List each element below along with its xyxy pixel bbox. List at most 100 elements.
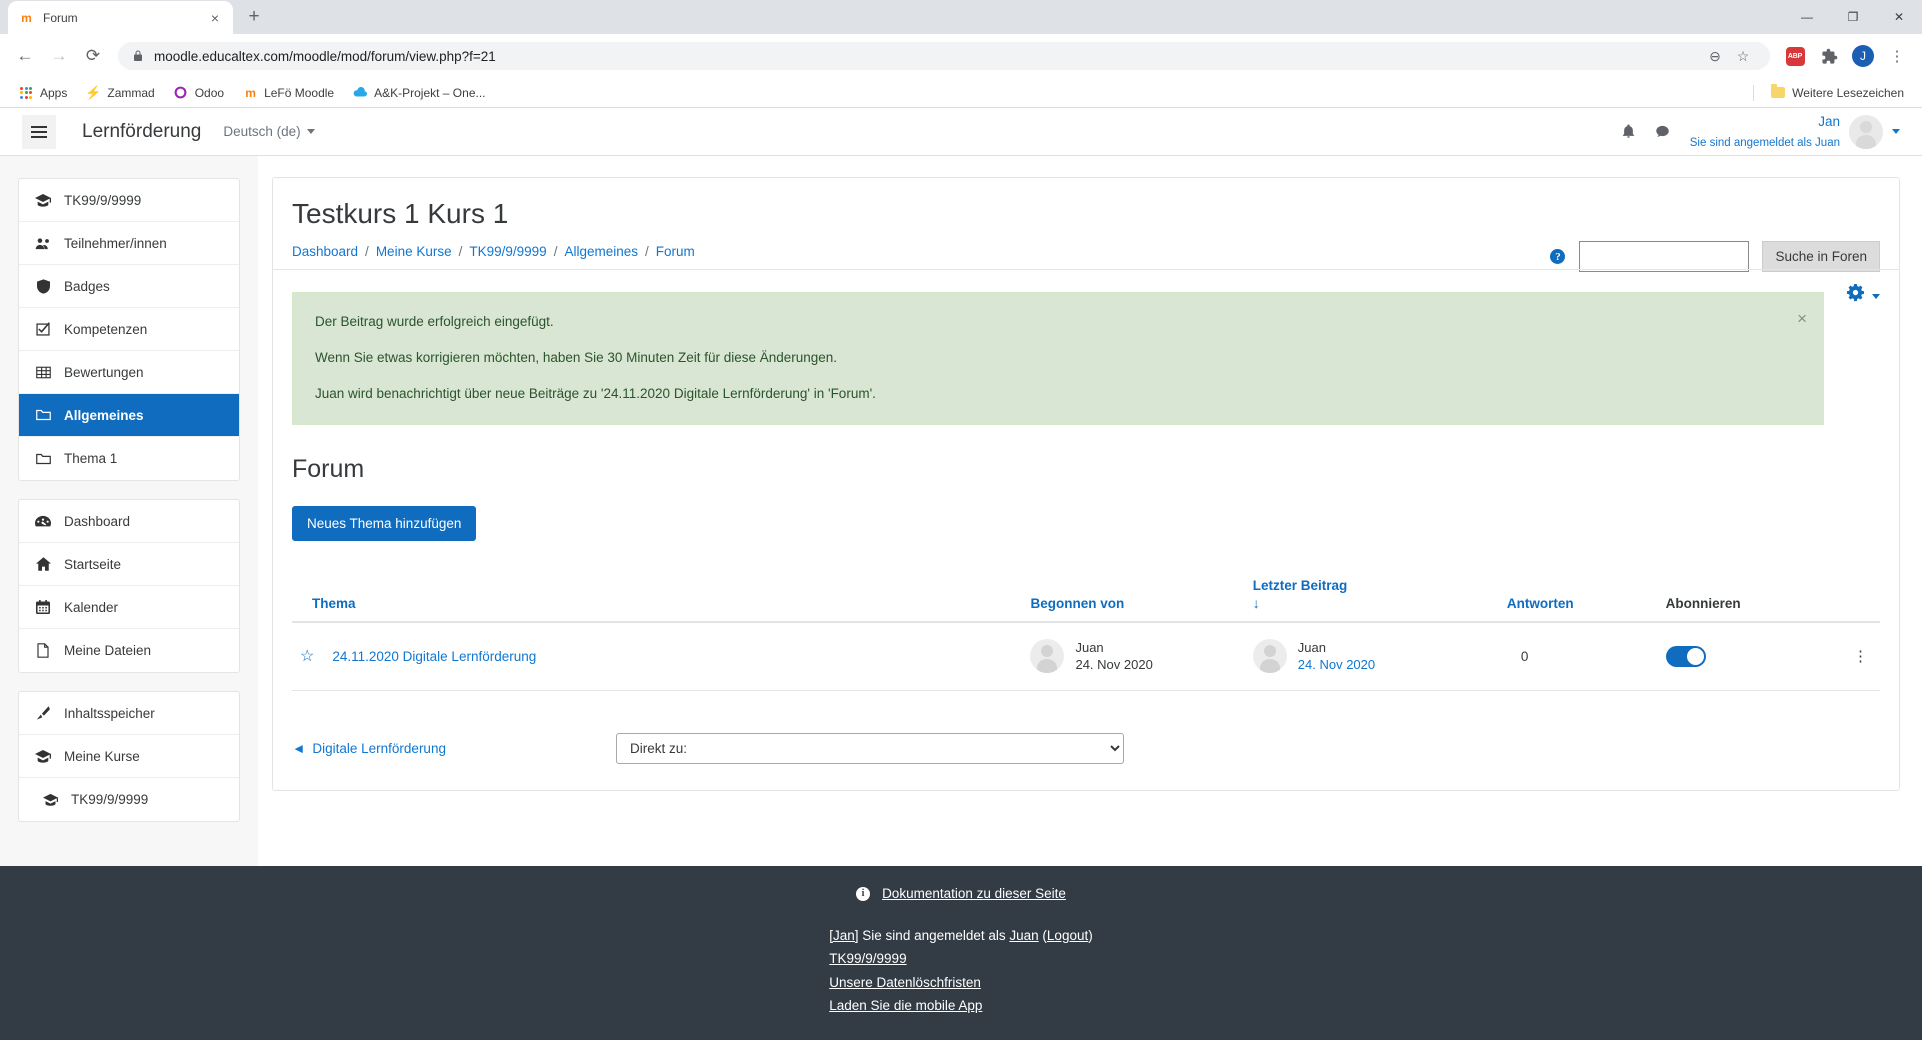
- breadcrumb-item-forum[interactable]: Forum: [656, 244, 695, 259]
- browser-menu-icon[interactable]: ⋮: [1882, 41, 1912, 71]
- last-post-date-link[interactable]: 24. Nov 2020: [1298, 657, 1375, 672]
- zoom-out-icon[interactable]: ⊖: [1702, 43, 1728, 69]
- moodle-navbar: Lernförderung Deutsch (de) Jan Sie sind …: [0, 108, 1922, 156]
- sidebar-item-kalender[interactable]: Kalender: [19, 586, 239, 629]
- search-input[interactable]: [1579, 241, 1750, 272]
- sidebar-item-bewertungen[interactable]: Bewertungen: [19, 351, 239, 394]
- close-icon[interactable]: ×: [207, 10, 223, 26]
- bookmark-folder-weitere[interactable]: Weitere Lesezeichen: [1762, 82, 1912, 104]
- user-menu-labels: Jan Sie sind angemeldet als Juan: [1690, 112, 1840, 152]
- bookmark-zammad[interactable]: ⚡ Zammad: [77, 82, 162, 104]
- subscribe-toggle[interactable]: [1665, 645, 1706, 667]
- sidebar-item-tk99-sub[interactable]: TK99/9/9999: [19, 778, 239, 821]
- back-icon[interactable]: ←: [10, 41, 40, 71]
- shield-icon: [34, 278, 52, 294]
- profile-avatar[interactable]: J: [1848, 41, 1878, 71]
- sidebar-item-teilnehmer[interactable]: Teilnehmer/innen: [19, 222, 239, 265]
- graduation-cap-icon: [34, 193, 52, 207]
- column-header-topic[interactable]: Thema: [292, 567, 1023, 623]
- adblock-icon[interactable]: ABP: [1780, 41, 1810, 71]
- documentation-link[interactable]: Dokumentation zu dieser Seite: [882, 882, 1066, 906]
- discussion-table: Thema Begonnen von Letzter Beitrag ↓ Ant…: [292, 567, 1880, 691]
- previous-activity-link[interactable]: ◄ Digitale Lernförderung: [292, 741, 446, 756]
- close-icon[interactable]: ×: [1797, 310, 1807, 327]
- bookmarks-overflow: Weitere Lesezeichen: [1753, 82, 1912, 104]
- logged-in-as-label: Sie sind angemeldet als Juan: [1689, 136, 1840, 149]
- chat-bubble-icon[interactable]: [1646, 115, 1680, 149]
- sidebar-item-thema-1[interactable]: Thema 1: [19, 437, 239, 480]
- sidebar-item-meine-dateien[interactable]: Meine Dateien: [19, 629, 239, 672]
- sidebar-item-meine-kurse[interactable]: Meine Kurse: [19, 735, 239, 778]
- hamburger-icon[interactable]: [22, 114, 56, 149]
- avatar: [1849, 114, 1883, 149]
- logout-link[interactable]: Logout: [1047, 928, 1088, 943]
- address-bar[interactable]: moodle.educaltex.com/moodle/mod/forum/vi…: [118, 42, 1770, 70]
- last-post-name: Juan: [1297, 639, 1326, 655]
- login-as-jan-link[interactable]: [Jan]: [829, 928, 858, 943]
- help-icon[interactable]: ?: [1550, 249, 1566, 264]
- odoo-icon: [173, 85, 189, 101]
- arrow-left-icon: ◄: [292, 740, 306, 756]
- data-retention-link[interactable]: Unsere Datenlöschfristen: [829, 975, 981, 990]
- documentation-line: i Dokumentation zu dieser Seite: [0, 882, 1922, 906]
- kebab-menu-icon[interactable]: ⋮: [1853, 647, 1868, 665]
- cell-last-post: Juan 24. Nov 2020: [1244, 621, 1499, 691]
- bookmark-odoo[interactable]: Odoo: [165, 82, 232, 104]
- users-icon: [34, 237, 52, 250]
- search-button[interactable]: Suche in Foren: [1762, 241, 1880, 272]
- settings-menu[interactable]: [1846, 284, 1880, 308]
- breadcrumb-item-allgemeines[interactable]: Allgemeines: [564, 244, 638, 259]
- add-topic-button[interactable]: Neues Thema hinzufügen: [292, 505, 477, 541]
- home-icon: [34, 557, 52, 571]
- new-tab-button[interactable]: +: [240, 3, 268, 31]
- forward-icon[interactable]: →: [44, 41, 74, 71]
- sidebar-item-tk99[interactable]: TK99/9/9999: [19, 179, 239, 222]
- course-link[interactable]: TK99/9/9999: [829, 951, 906, 966]
- breadcrumb-item-tk99[interactable]: TK99/9/9999: [469, 244, 546, 259]
- sidebar-item-badges[interactable]: Badges: [19, 265, 239, 308]
- column-header-subscribe: Abonnieren: [1657, 567, 1880, 623]
- user-menu[interactable]: Jan Sie sind angemeldet als Juan: [1690, 112, 1900, 152]
- chevron-down-icon: [306, 129, 315, 134]
- mobile-app-link[interactable]: Laden Sie die mobile App: [829, 998, 982, 1013]
- language-menu[interactable]: Deutsch (de): [223, 124, 315, 139]
- browser-tab[interactable]: m Forum ×: [8, 1, 233, 34]
- breadcrumb-separator: /: [365, 244, 369, 259]
- browser-window: m Forum × + — ❐ ✕ ← → ⟳ moodle.educaltex…: [0, 0, 1922, 1040]
- maximize-icon[interactable]: ❐: [1830, 0, 1876, 34]
- site-brand[interactable]: Lernförderung: [82, 121, 201, 143]
- topic-link[interactable]: 24.11.2020 Digitale Lernförderung: [332, 649, 536, 664]
- cell-replies: 0: [1498, 621, 1658, 691]
- bookmark-apps[interactable]: Apps: [10, 82, 75, 104]
- nav-block-tools: Inhaltsspeicher Meine Kurse TK99/9/9999: [18, 691, 240, 822]
- breadcrumb-item-dashboard[interactable]: Dashboard: [292, 244, 358, 259]
- breadcrumb-item-meine-kurse[interactable]: Meine Kurse: [376, 244, 452, 259]
- minimize-icon[interactable]: —: [1784, 0, 1830, 34]
- column-header-started-by[interactable]: Begonnen von: [1022, 567, 1245, 623]
- bell-icon[interactable]: [1612, 115, 1646, 149]
- avatar: [1030, 639, 1065, 674]
- bookmark-lefoe-moodle[interactable]: m LeFö Moodle: [234, 82, 342, 104]
- column-header-replies[interactable]: Antworten: [1498, 567, 1658, 623]
- sidebar-item-label: TK99/9/9999: [71, 792, 149, 807]
- folder-open-icon: [34, 453, 52, 465]
- sidebar-item-kompetenzen[interactable]: Kompetenzen: [19, 308, 239, 351]
- main-content: Testkurs 1 Kurs 1 Dashboard / Meine Kurs…: [258, 156, 1922, 866]
- alert-line: Der Beitrag wurde erfolgreich eingefügt.: [315, 314, 554, 329]
- star-outline-icon[interactable]: ☆: [300, 646, 314, 666]
- sidebar-item-startseite[interactable]: Startseite: [19, 543, 239, 586]
- jump-to-select[interactable]: Direkt zu:: [615, 732, 1124, 764]
- alert-line: Wenn Sie etwas korrigieren möchten, habe…: [315, 349, 838, 365]
- window-close-icon[interactable]: ✕: [1876, 0, 1922, 34]
- sidebar-item-label: Teilnehmer/innen: [64, 235, 167, 251]
- sidebar-item-inhaltsspeicher[interactable]: Inhaltsspeicher: [19, 692, 239, 735]
- sidebar-item-dashboard[interactable]: Dashboard: [19, 500, 239, 543]
- bookmark-star-icon[interactable]: ☆: [1730, 43, 1756, 69]
- bookmark-ak-projekt[interactable]: A&K-Projekt – One...: [344, 82, 493, 104]
- reload-icon[interactable]: ⟳: [78, 41, 108, 71]
- login-user-link[interactable]: Juan: [1009, 928, 1038, 943]
- extensions-puzzle-icon[interactable]: [1814, 41, 1844, 71]
- dashboard-icon: [34, 515, 52, 527]
- column-header-last-post[interactable]: Letzter Beitrag ↓: [1244, 567, 1499, 623]
- sidebar-item-allgemeines[interactable]: Allgemeines: [19, 394, 239, 437]
